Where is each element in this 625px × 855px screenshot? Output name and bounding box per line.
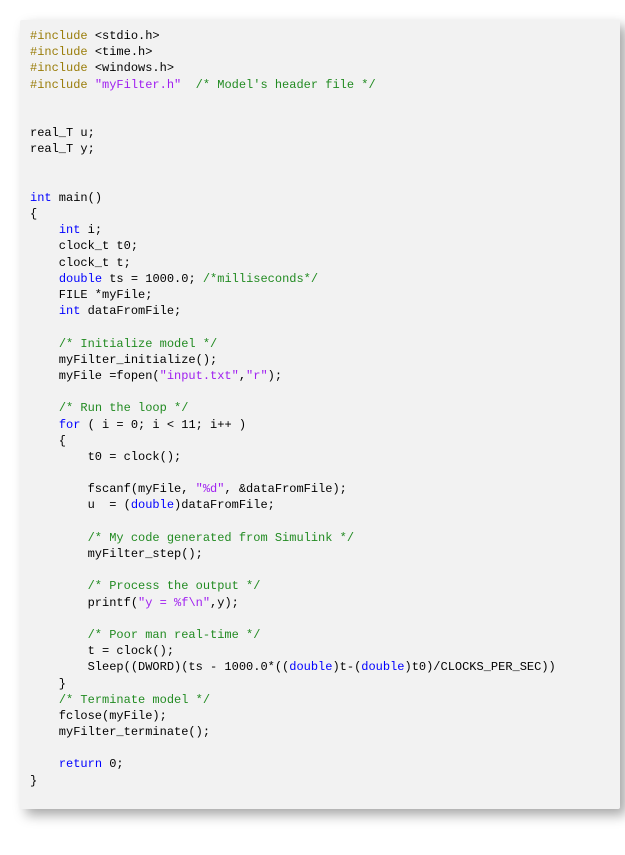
code-token: )dataFromFile;	[174, 498, 275, 512]
code-token: double	[289, 660, 332, 674]
code-token: u = (	[30, 498, 131, 512]
c-source-code: #include <stdio.h> #include <time.h> #in…	[30, 28, 610, 789]
code-token: clock_t t0;	[30, 239, 138, 253]
code-token	[30, 337, 59, 351]
code-token: /* Model's header file */	[196, 78, 376, 92]
code-token: }	[30, 774, 37, 788]
code-token: {	[30, 434, 66, 448]
code-token: #include	[30, 29, 95, 43]
code-token: main()	[52, 191, 102, 205]
code-token: "%d"	[196, 482, 225, 496]
code-token: ,	[239, 369, 246, 383]
code-token: <stdio.h>	[95, 29, 160, 43]
code-token: t0 = clock();	[30, 450, 181, 464]
code-token	[30, 304, 59, 318]
code-token: dataFromFile;	[80, 304, 181, 318]
code-token	[30, 757, 59, 771]
code-token: fclose(myFile);	[30, 709, 167, 723]
code-token: }	[30, 677, 66, 691]
code-token: ts = 1000.0;	[102, 272, 203, 286]
code-token: i;	[80, 223, 102, 237]
code-token	[30, 272, 59, 286]
code-token	[181, 78, 195, 92]
code-token: myFilter_terminate();	[30, 725, 210, 739]
code-token: /* Process the output */	[88, 579, 261, 593]
code-token: Sleep((DWORD)(ts - 1000.0*((	[30, 660, 289, 674]
code-token: return	[59, 757, 102, 771]
code-token: )t0)/CLOCKS_PER_SEC))	[405, 660, 556, 674]
code-token: 0;	[102, 757, 124, 771]
code-token: for	[59, 418, 81, 432]
code-token: FILE *myFile;	[30, 288, 152, 302]
code-token: double	[59, 272, 102, 286]
code-token: printf(	[30, 596, 138, 610]
code-token: "r"	[246, 369, 268, 383]
code-token	[30, 401, 59, 415]
code-token: /* Initialize model */	[59, 337, 217, 351]
code-token: #include	[30, 78, 95, 92]
code-token: /*milliseconds*/	[203, 272, 318, 286]
code-token: int	[59, 223, 81, 237]
code-token: #include	[30, 45, 95, 59]
code-token: clock_t t;	[30, 256, 131, 270]
code-token	[30, 579, 88, 593]
code-token	[30, 531, 88, 545]
code-token: "y = %f\n"	[138, 596, 210, 610]
code-token: ,y);	[210, 596, 239, 610]
code-token: ( i = 0; i < 11; i++ )	[80, 418, 246, 432]
code-token: "input.txt"	[160, 369, 239, 383]
code-token: /* Run the loop */	[59, 401, 189, 415]
code-token	[30, 628, 88, 642]
code-token: fscanf(myFile,	[30, 482, 196, 496]
code-token: double	[131, 498, 174, 512]
code-token: t = clock();	[30, 644, 174, 658]
code-token: real_T y;	[30, 142, 95, 156]
code-token	[30, 223, 59, 237]
code-token: /* Poor man real-time */	[88, 628, 261, 642]
code-token: /* Terminate model */	[59, 693, 210, 707]
code-token: "myFilter.h"	[95, 78, 181, 92]
code-token: int	[30, 191, 52, 205]
code-token: myFilter_step();	[30, 547, 203, 561]
code-token: /* My code generated from Simulink */	[88, 531, 354, 545]
code-token	[30, 693, 59, 707]
code-token: )t-(	[332, 660, 361, 674]
code-token	[30, 418, 59, 432]
code-token: myFile =fopen(	[30, 369, 160, 383]
code-token: int	[59, 304, 81, 318]
code-token: #include	[30, 61, 95, 75]
code-token: , &dataFromFile);	[224, 482, 346, 496]
code-token: {	[30, 207, 37, 221]
code-token: );	[268, 369, 282, 383]
code-token: double	[361, 660, 404, 674]
code-token: <windows.h>	[95, 61, 174, 75]
code-token: myFilter_initialize();	[30, 353, 217, 367]
code-snippet-card: #include <stdio.h> #include <time.h> #in…	[20, 20, 620, 809]
code-token: real_T u;	[30, 126, 95, 140]
code-token: <time.h>	[95, 45, 153, 59]
